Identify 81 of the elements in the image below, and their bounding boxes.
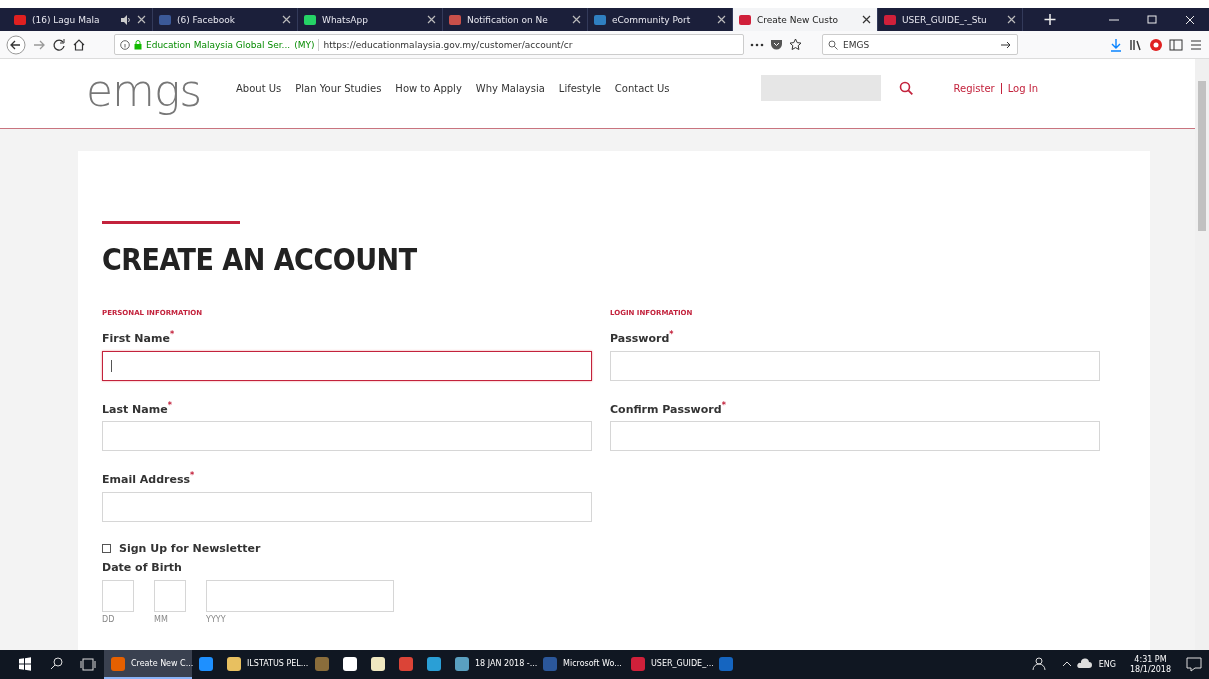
speaker-icon[interactable]	[120, 14, 131, 25]
menu-icon[interactable]	[1189, 37, 1203, 52]
date-field[interactable]	[154, 579, 186, 612]
account-link[interactable]: Log In	[1000, 83, 1044, 94]
lock-icon	[134, 39, 142, 50]
checkbox-label: Sign Up for Newsletter	[119, 541, 261, 555]
taskbar-app[interactable]: Create New C...	[104, 650, 192, 679]
tab-title: (16) Lagu Mala	[32, 14, 101, 25]
app-title: Microsoft Wo...	[563, 659, 622, 668]
app-title: 18 JAN 2018 -...	[475, 659, 538, 668]
extension-icon[interactable]	[1149, 37, 1163, 52]
close-icon[interactable]	[862, 15, 871, 24]
nav-link[interactable]: Plan Your Studies	[295, 83, 382, 94]
clock-date: 18/1/2018	[1129, 664, 1171, 675]
address-bar[interactable]: Education Malaysia Global Ser... (MY) https://educationmalaysia.gov.my/customer/account/cr	[114, 34, 744, 55]
close-icon[interactable]	[717, 15, 726, 24]
tab-title: eCommunity Port	[612, 14, 692, 25]
date-field[interactable]	[206, 579, 394, 612]
page-title: CREATE AN ACCOUNT	[102, 242, 417, 277]
browser-tab[interactable]: Create New Custo	[733, 8, 878, 31]
date-field[interactable]	[102, 579, 134, 612]
app-title: Create New C...	[131, 659, 194, 668]
account-link[interactable]: Register	[947, 83, 1001, 94]
library-icon[interactable]	[1129, 37, 1143, 52]
pocket-icon[interactable]	[770, 38, 783, 51]
back-icon[interactable]	[6, 34, 26, 55]
field-hint: DD	[102, 614, 115, 624]
text-cursor	[111, 359, 112, 372]
field-label: Password$^{*}$	[610, 330, 674, 345]
reload-icon[interactable]	[52, 37, 66, 52]
app-title: USER_GUIDE_...	[651, 659, 714, 668]
scrollbar-thumb[interactable]	[1198, 81, 1206, 231]
home-icon[interactable]	[72, 37, 86, 52]
field-label: Date of Birth	[102, 560, 182, 574]
field-label: Confirm Password$^{*}$	[610, 400, 726, 416]
field-hint: YYYY	[206, 614, 226, 624]
nav-link[interactable]: Lifestyle	[558, 83, 601, 94]
tab-title: WhatsApp	[322, 14, 369, 25]
search-icon	[828, 39, 838, 50]
input-field[interactable]	[102, 350, 592, 381]
field-label: Email Address$^{*}$	[102, 471, 195, 486]
search-field[interactable]: EMGS	[822, 34, 1018, 55]
nav-link[interactable]: Contact Us	[614, 83, 670, 94]
password-field[interactable]	[610, 350, 1100, 381]
url-text: https://educationmalaysia.gov.my/customer/account/cr	[323, 39, 573, 50]
clock-time: 4:31 PM	[1134, 654, 1167, 665]
password-field[interactable]	[610, 421, 1100, 452]
tab-title: Notification on Ne	[467, 14, 549, 25]
field-hint: MM	[154, 614, 168, 624]
info-icon	[120, 39, 130, 50]
go-arrow-icon[interactable]	[1000, 39, 1012, 50]
sidebar-icon[interactable]	[1169, 37, 1183, 52]
search-value: EMGS	[843, 39, 871, 50]
taskbar-app[interactable]: USER_GUIDE_...	[624, 650, 712, 679]
language-indicator[interactable]: ENG	[1092, 660, 1122, 669]
taskbar-app[interactable]: ILSTATUS PEL...	[220, 650, 308, 679]
download-icon[interactable]	[1109, 37, 1123, 52]
site-search-field[interactable]	[761, 75, 882, 101]
nav-link[interactable]: How to Apply	[395, 83, 462, 94]
tab-title: USER_GUIDE_-_Stu	[902, 14, 988, 25]
close-icon[interactable]	[572, 15, 581, 24]
site-country: (MY)	[294, 39, 315, 50]
close-icon[interactable]	[1007, 15, 1016, 24]
app-title: ILSTATUS PEL...	[247, 659, 309, 668]
clock[interactable]: 4:31 PM 18/1/2018	[1121, 654, 1179, 675]
close-icon[interactable]	[427, 15, 436, 24]
nav-link[interactable]: About Us	[236, 83, 282, 94]
site-logo[interactable]: emgs	[86, 69, 236, 135]
tab-title: (6) Facebook	[177, 14, 236, 25]
close-icon[interactable]	[282, 15, 291, 24]
tab-title: Create New Custo	[757, 14, 839, 25]
nav-link[interactable]: Why Malaysia	[475, 83, 545, 94]
search-icon[interactable]	[899, 81, 914, 95]
field-label: First Name$^{*}$	[102, 330, 175, 345]
taskbar-app[interactable]: 18 JAN 2018 -...	[448, 650, 536, 679]
checkbox[interactable]	[102, 543, 111, 553]
field-label: Last Name$^{*}$	[102, 400, 172, 416]
taskbar-app[interactable]: Microsoft Wo...	[536, 650, 624, 679]
star-icon[interactable]	[789, 38, 802, 51]
site-identity: Education Malaysia Global Ser...	[146, 39, 291, 50]
close-icon[interactable]	[137, 15, 146, 24]
